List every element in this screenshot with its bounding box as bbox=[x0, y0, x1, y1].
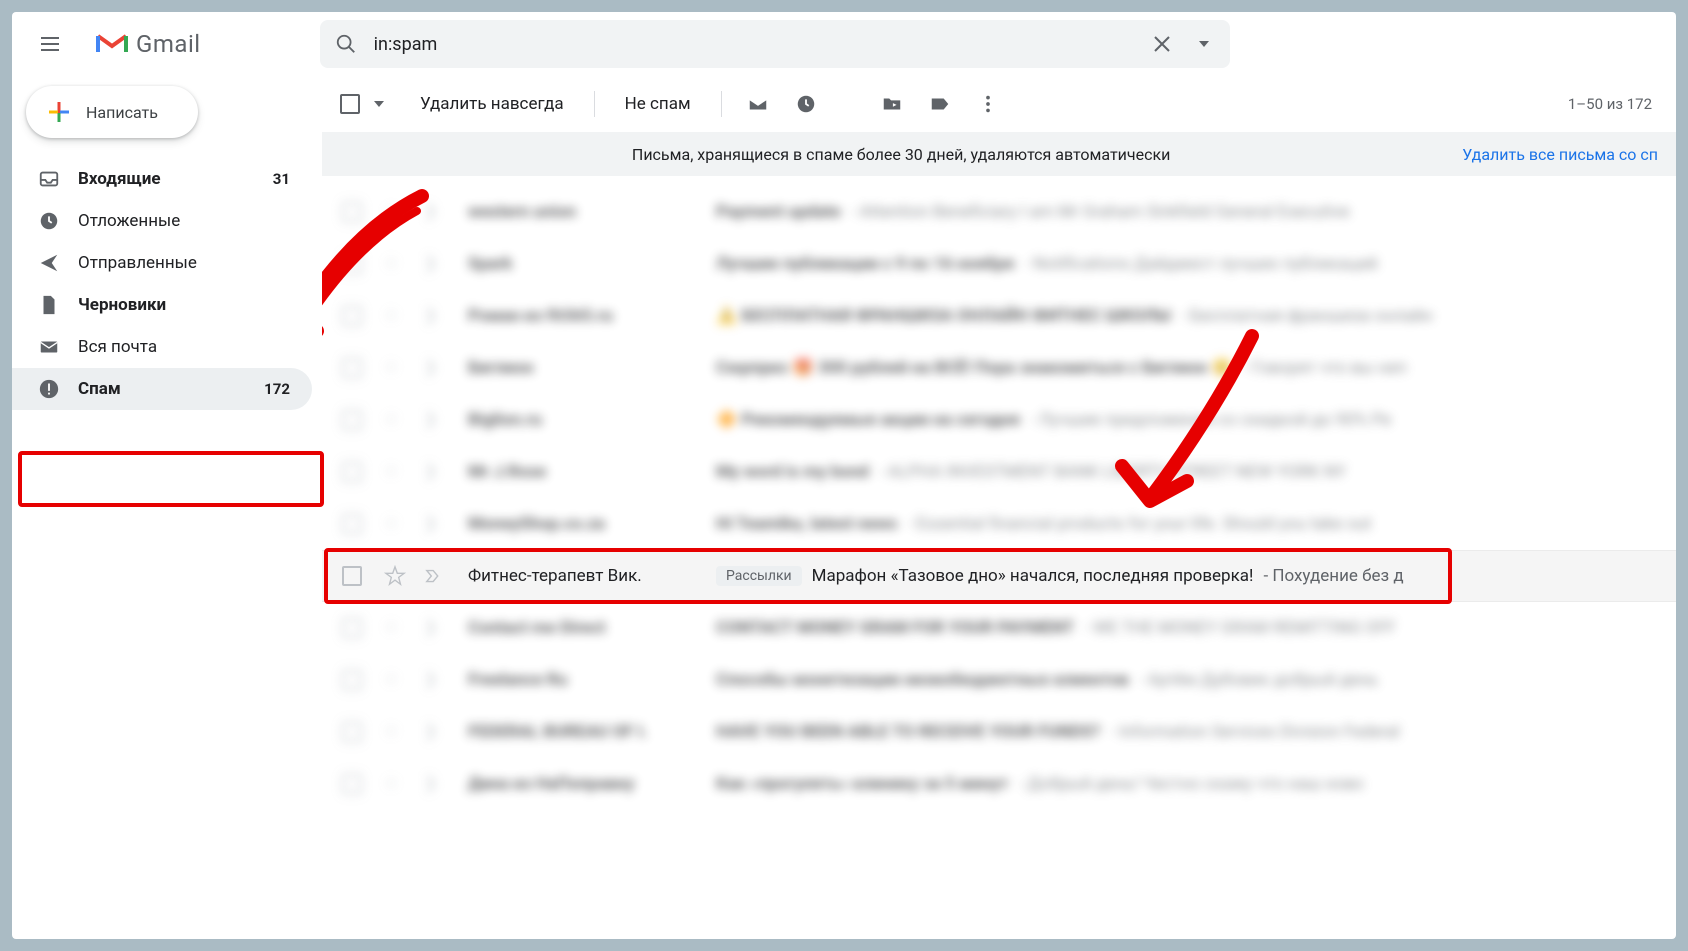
pagination-counter: 1–50 из 172 bbox=[1568, 95, 1652, 113]
sidebar-item-count: 172 bbox=[264, 380, 290, 398]
message-row[interactable]: ☆❯western unionPayment update - Attentio… bbox=[322, 186, 1676, 238]
sidebar-item-label: Отправленные bbox=[78, 253, 290, 273]
message-row[interactable]: ☆❯Contact me DirectCONTACT MONEY GRAM FO… bbox=[322, 602, 1676, 654]
separator bbox=[721, 91, 722, 117]
snooze-icon[interactable] bbox=[786, 84, 826, 124]
main-area: Удалить навсегда Не спам 1–50 из 172 Пис… bbox=[322, 76, 1676, 939]
star-icon[interactable] bbox=[384, 565, 406, 587]
select-all-checkbox[interactable] bbox=[340, 94, 360, 114]
header: Gmail bbox=[12, 12, 1676, 76]
inbox-icon bbox=[38, 168, 60, 190]
sidebar-item-label: Отложенные bbox=[78, 211, 290, 231]
search-input[interactable] bbox=[374, 34, 1134, 55]
delete-forever-button[interactable]: Удалить навсегда bbox=[406, 88, 578, 120]
plus-icon bbox=[46, 99, 72, 125]
sidebar-item-label: Входящие bbox=[78, 169, 255, 189]
row-tag: Рассылки bbox=[716, 566, 802, 586]
more-icon[interactable] bbox=[968, 84, 1008, 124]
sidebar-item-label: Спам bbox=[78, 379, 246, 399]
message-row[interactable]: ☆❯MoneyShop.co.zaHi Teamika, latest news… bbox=[322, 498, 1676, 550]
sidebar-item-inbox[interactable]: Входящие 31 bbox=[12, 158, 312, 200]
banner-message: Письма, хранящиеся в спаме более 30 дней… bbox=[340, 145, 1462, 164]
banner-link[interactable]: Удалить все письма со сп bbox=[1462, 145, 1658, 164]
clear-search-icon[interactable] bbox=[1148, 30, 1176, 58]
row-sender: Фитнес-терапевт Вик. bbox=[468, 566, 708, 586]
message-row[interactable]: ☆❯Freelance RuСпособы монетизации низкоб… bbox=[322, 654, 1676, 706]
file-icon bbox=[38, 294, 60, 316]
message-row[interactable]: ☆❯FEDERAL BUREAU OF I.HAVE YOU BEEN ABLE… bbox=[322, 706, 1676, 758]
search-icon[interactable] bbox=[332, 30, 360, 58]
row-snippet: - Похудение без д bbox=[1263, 566, 1403, 586]
sidebar: Написать Входящие 31 Отложенные Отправле… bbox=[12, 76, 322, 939]
not-spam-button[interactable]: Не спам bbox=[611, 88, 705, 120]
send-icon bbox=[38, 252, 60, 274]
sidebar-item-drafts[interactable]: Черновики bbox=[12, 284, 312, 326]
clock-icon bbox=[38, 210, 60, 232]
sidebar-item-label: Вся почта bbox=[78, 337, 290, 357]
labels-icon[interactable] bbox=[920, 84, 960, 124]
row-checkbox[interactable] bbox=[342, 566, 362, 586]
sidebar-item-sent[interactable]: Отправленные bbox=[12, 242, 312, 284]
message-row-highlighted[interactable]: Фитнес-терапевт Вик. Рассылки Марафон «Т… bbox=[322, 550, 1676, 602]
app-name: Gmail bbox=[136, 30, 201, 58]
mark-read-icon[interactable] bbox=[738, 84, 778, 124]
logo[interactable]: Gmail bbox=[96, 30, 201, 58]
select-dropdown-icon[interactable] bbox=[374, 101, 384, 107]
message-list: ☆❯western unionPayment update - Attentio… bbox=[322, 176, 1676, 939]
spam-banner: Письма, хранящиеся в спаме более 30 дней… bbox=[322, 132, 1676, 176]
spam-icon bbox=[38, 378, 60, 400]
compose-label: Написать bbox=[86, 103, 158, 122]
move-to-icon[interactable] bbox=[872, 84, 912, 124]
main-menu-button[interactable] bbox=[28, 22, 72, 66]
importance-icon[interactable] bbox=[424, 565, 446, 587]
row-content: Рассылки Марафон «Тазовое дно» начался, … bbox=[716, 566, 1668, 586]
message-row[interactable]: ☆❯Mr J.RoseMy word is my bond - ALPHA IN… bbox=[322, 446, 1676, 498]
message-row[interactable]: ☆❯Дина из НаПоправкуКак «прогулять» клин… bbox=[322, 758, 1676, 810]
sidebar-item-snoozed[interactable]: Отложенные bbox=[12, 200, 312, 242]
message-row[interactable]: ☆❯Роман из fit365.ru⚠️ БЕСПЛАТНАЯ ФРАНШИ… bbox=[322, 290, 1676, 342]
compose-button[interactable]: Написать bbox=[26, 86, 198, 138]
message-row[interactable]: ☆❯Biglion.ru🔶 Рекомендуемые акции на сег… bbox=[322, 394, 1676, 446]
toolbar: Удалить навсегда Не спам 1–50 из 172 bbox=[322, 76, 1676, 132]
sidebar-item-allmail[interactable]: Вся почта bbox=[12, 326, 312, 368]
message-row[interactable]: ☆❯SparkЛучшие публикации с 9 по 16 ноябр… bbox=[322, 238, 1676, 290]
mail-icon bbox=[38, 336, 60, 358]
sidebar-item-count: 31 bbox=[273, 170, 290, 188]
sidebar-item-label: Черновики bbox=[78, 295, 290, 315]
search-options-icon[interactable] bbox=[1190, 30, 1218, 58]
gmail-icon bbox=[96, 32, 128, 56]
message-row[interactable]: ☆❯БиглионСюрприз 🎁 300 рублей на ВСЁ! По… bbox=[322, 342, 1676, 394]
separator bbox=[594, 91, 595, 117]
annotation-highlight-spam bbox=[18, 451, 324, 507]
search-box bbox=[320, 20, 1230, 68]
sidebar-item-spam[interactable]: Спам 172 bbox=[12, 368, 312, 410]
row-subject: Марафон «Тазовое дно» начался, последняя… bbox=[812, 566, 1254, 586]
menu-icon bbox=[41, 43, 59, 45]
